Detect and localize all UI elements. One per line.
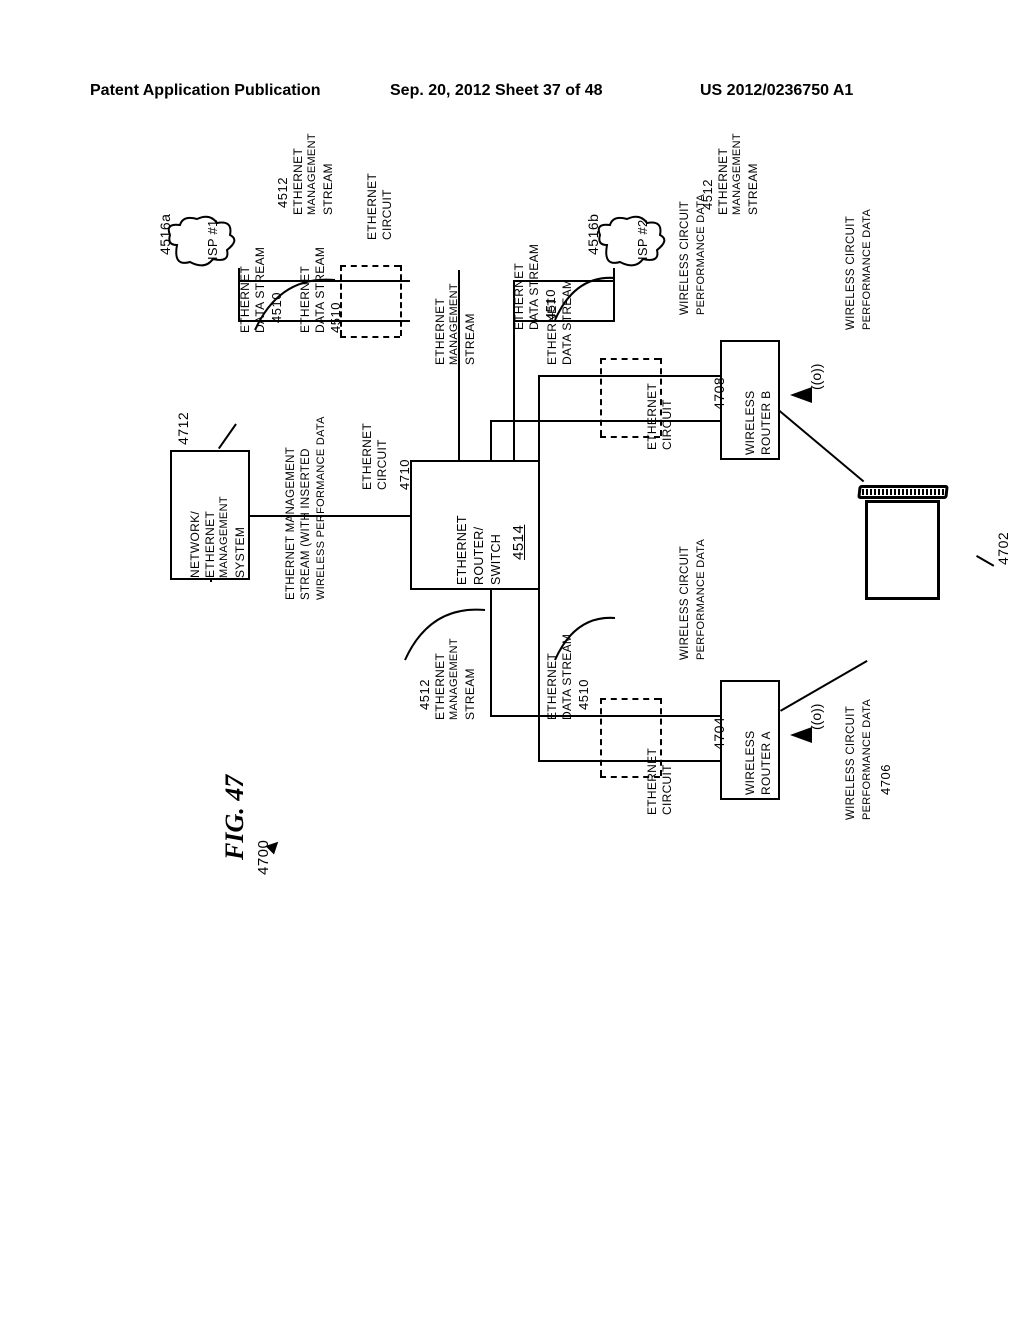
isp1-label: ISP #1 — [205, 219, 220, 260]
ec-rb-2: CIRCUIT — [660, 399, 674, 450]
wcpd-b1-1: WIRELESS CIRCUIT — [845, 216, 857, 330]
wra-2: ROUTER A — [759, 731, 773, 795]
header-right: US 2012/0236750 A1 — [700, 82, 853, 100]
leader-laptop — [976, 555, 994, 567]
ems-r1-3: STREAM — [321, 163, 335, 215]
isp2-ref: 4516b — [585, 214, 601, 255]
ers-line2: ROUTER/ — [472, 527, 486, 585]
ems-r1-1: ETHERNET — [291, 148, 305, 215]
conn-switch-wrb-top — [540, 420, 720, 422]
leader-line — [218, 423, 237, 449]
laptop-ref: 4702 — [995, 532, 1011, 565]
ec-r-2: CIRCUIT — [380, 189, 394, 240]
wcpd-b1-2: PERFORMANCE DATA — [861, 209, 873, 330]
laptop-keys-icon — [862, 489, 944, 495]
antenna-a-tri-icon — [790, 727, 812, 743]
wcpd-a2-1: WIRELESS CIRCUIT — [679, 546, 691, 660]
ems-r2-3: STREAM — [746, 163, 760, 215]
ems-r2-ref: 4512 — [700, 179, 715, 210]
wcpd-b2-1: WIRELESS CIRCUIT — [679, 201, 691, 315]
arc-icon-2 — [400, 600, 490, 670]
net-mgmt-line1: NETWORK/ — [188, 511, 202, 578]
isp1-ref: 4516a — [157, 214, 173, 255]
conn-v-a1 — [538, 590, 540, 762]
ems-la-3: STREAM — [463, 668, 477, 720]
isp1-cloud-icon — [165, 215, 240, 270]
wra-ref: 4704 — [711, 717, 727, 750]
wcpd-a1-1: WIRELESS CIRCUIT — [845, 706, 857, 820]
antenna-b-tri-icon — [790, 387, 812, 403]
ec-ra-2: CIRCUIT — [660, 764, 674, 815]
wcpd-a2-2: PERFORMANCE DATA — [695, 539, 707, 660]
net-mgmt-ref: 4712 — [175, 412, 191, 445]
wcpd-a1-2: PERFORMANCE DATA — [861, 699, 873, 820]
conn-switch-wra-top — [540, 760, 720, 762]
ems-r2-1: ETHERNET — [716, 148, 730, 215]
diagram-canvas: FIG. 47 4700 NETWORK/ ETHERNET MANAGEMEN… — [60, 120, 960, 1160]
arc-icon-1 — [250, 270, 340, 340]
conn-mgmt-router — [250, 515, 410, 517]
arc-icon-3 — [550, 610, 620, 670]
ec-rb-1: ETHERNET — [645, 383, 659, 450]
ems-r1-ref: 4512 — [275, 177, 290, 208]
wcpd-b2-2: PERFORMANCE DATA — [695, 194, 707, 315]
net-mgmt-line3: MANAGEMENT — [218, 496, 230, 578]
wrb-1: WIRELESS — [743, 391, 757, 455]
ems-lb-3: STREAM — [463, 313, 477, 365]
conn-v-a2 — [490, 590, 492, 717]
header-center: Sep. 20, 2012 Sheet 37 of 48 — [390, 82, 603, 100]
page: Patent Application Publication Sep. 20, … — [0, 0, 1024, 1320]
ers-ref: 4514 — [510, 525, 527, 560]
arc-icon-4 — [550, 270, 620, 330]
conn-switch-wra-bot — [540, 715, 720, 717]
laptop-screen — [865, 500, 940, 600]
ec-r-1: ETHERNET — [365, 173, 379, 240]
mgmt-stream-ins-2: STREAM (WITH INSERTED — [300, 448, 312, 600]
eth-circuit-left-2: CIRCUIT — [375, 439, 389, 490]
wrb-2: ROUTER B — [759, 391, 773, 455]
mgmt-stream-ins-3: WIRELESS PERFORMANCE DATA — [315, 416, 327, 600]
ems-la-ref: 4512 — [417, 679, 432, 710]
conn-switch-wrb-bot — [540, 375, 720, 377]
wlink-b — [779, 410, 865, 482]
ers-line3: SWITCH — [489, 534, 503, 585]
isp2-cloud-icon — [595, 215, 670, 270]
wcpd-ref: 4706 — [878, 764, 893, 795]
wrb-ref: 4708 — [711, 377, 727, 410]
ems-r2-2: MANAGEMENT — [731, 133, 743, 215]
mgmt-stream-ins-1: ETHERNET MANAGEMENT — [285, 447, 297, 600]
net-mgmt-line4: SYSTEM — [233, 527, 247, 578]
ems-r1-2: MANAGEMENT — [306, 133, 318, 215]
net-mgmt-line2: ETHERNET — [203, 511, 217, 578]
eds-la-ref: 4510 — [576, 679, 591, 710]
wra-1: WIRELESS — [743, 731, 757, 795]
isp2-label: ISP #2 — [635, 219, 650, 260]
ems-lb-1: ETHERNET — [433, 298, 447, 365]
ers-line1: ETHERNET — [455, 515, 469, 585]
eds-r2-2: DATA STREAM — [527, 244, 541, 330]
figure-title: FIG. 47 — [220, 775, 250, 860]
header-left: Patent Application Publication — [90, 82, 321, 100]
eth-circuit-left-ref: 4710 — [397, 459, 412, 490]
eth-circuit-left-1: ETHERNET — [360, 423, 374, 490]
ec-ra-1: ETHERNET — [645, 748, 659, 815]
